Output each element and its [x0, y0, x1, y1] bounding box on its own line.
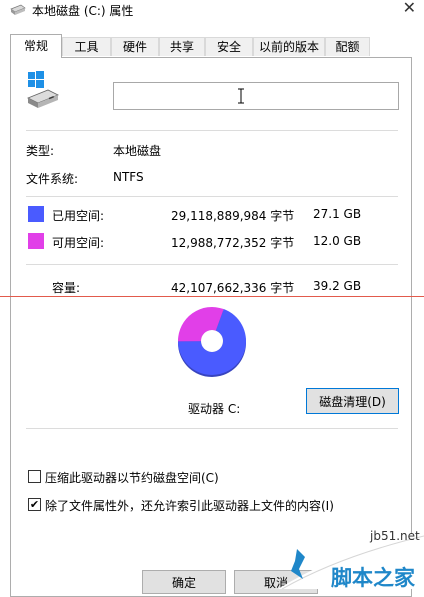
- index-label: 除了文件属性外，还允许索引此驱动器上文件的内容(I): [45, 499, 334, 513]
- windows-drive-icon: [27, 71, 59, 108]
- check-mark-icon: ✔: [29, 498, 40, 511]
- title-bar: 本地磁盘 (C:) 属性 ✕: [0, 0, 424, 26]
- capacity-size: 39.2 GB: [313, 279, 362, 293]
- ok-button[interactable]: 确定: [142, 570, 226, 594]
- drive-letter-label: 驱动器 C:: [188, 402, 241, 416]
- free-space-label: 可用空间:: [52, 236, 105, 250]
- free-space-size: 12.0 GB: [313, 234, 362, 248]
- tab-previous-versions[interactable]: 以前的版本: [253, 37, 325, 56]
- window-title: 本地磁盘 (C:) 属性: [32, 4, 134, 18]
- type-label: 类型:: [26, 144, 55, 158]
- used-space-label: 已用空间:: [52, 209, 105, 223]
- tab-tools[interactable]: 工具: [62, 37, 111, 56]
- index-checkbox[interactable]: ✔: [28, 498, 41, 511]
- used-space-bytes: 29,118,889,984 字节: [171, 209, 295, 223]
- separator: [26, 130, 398, 131]
- watermark-brand: 脚本之家: [331, 566, 415, 590]
- free-space-bytes: 12,988,772,352 字节: [171, 236, 295, 250]
- filesystem-value: NTFS: [113, 170, 144, 184]
- separator: [26, 428, 398, 429]
- tab-general[interactable]: 常规: [10, 34, 62, 58]
- drive-icon: [10, 4, 26, 15]
- compress-checkbox[interactable]: [28, 470, 41, 483]
- red-guide-line: [0, 296, 424, 297]
- separator: [26, 196, 398, 197]
- chart-center-hole: [201, 330, 223, 352]
- free-space-swatch: [28, 233, 44, 249]
- disk-cleanup-button[interactable]: 磁盘清理(D): [306, 388, 399, 414]
- tab-quota[interactable]: 配额: [325, 37, 370, 56]
- capacity-bytes: 42,107,662,336 字节: [171, 281, 295, 295]
- used-space-size: 27.1 GB: [313, 207, 362, 221]
- type-value: 本地磁盘: [113, 144, 162, 158]
- disk-usage-chart: [178, 307, 246, 377]
- tab-hardware[interactable]: 硬件: [111, 37, 159, 56]
- compress-label: 压缩此驱动器以节约磁盘空间(C): [45, 471, 219, 485]
- close-icon[interactable]: ✕: [403, 0, 416, 17]
- tab-sharing[interactable]: 共享: [159, 37, 205, 56]
- separator: [26, 264, 398, 265]
- watermark-logo-icon: [291, 549, 305, 579]
- used-space-swatch: [28, 206, 44, 222]
- filesystem-label: 文件系统:: [26, 172, 79, 186]
- capacity-label: 容量:: [52, 281, 81, 295]
- drive-name-input[interactable]: [113, 82, 399, 110]
- watermark-site: jb51.net: [370, 529, 420, 543]
- text-cursor-icon: [238, 88, 244, 104]
- tab-security[interactable]: 安全: [205, 37, 253, 56]
